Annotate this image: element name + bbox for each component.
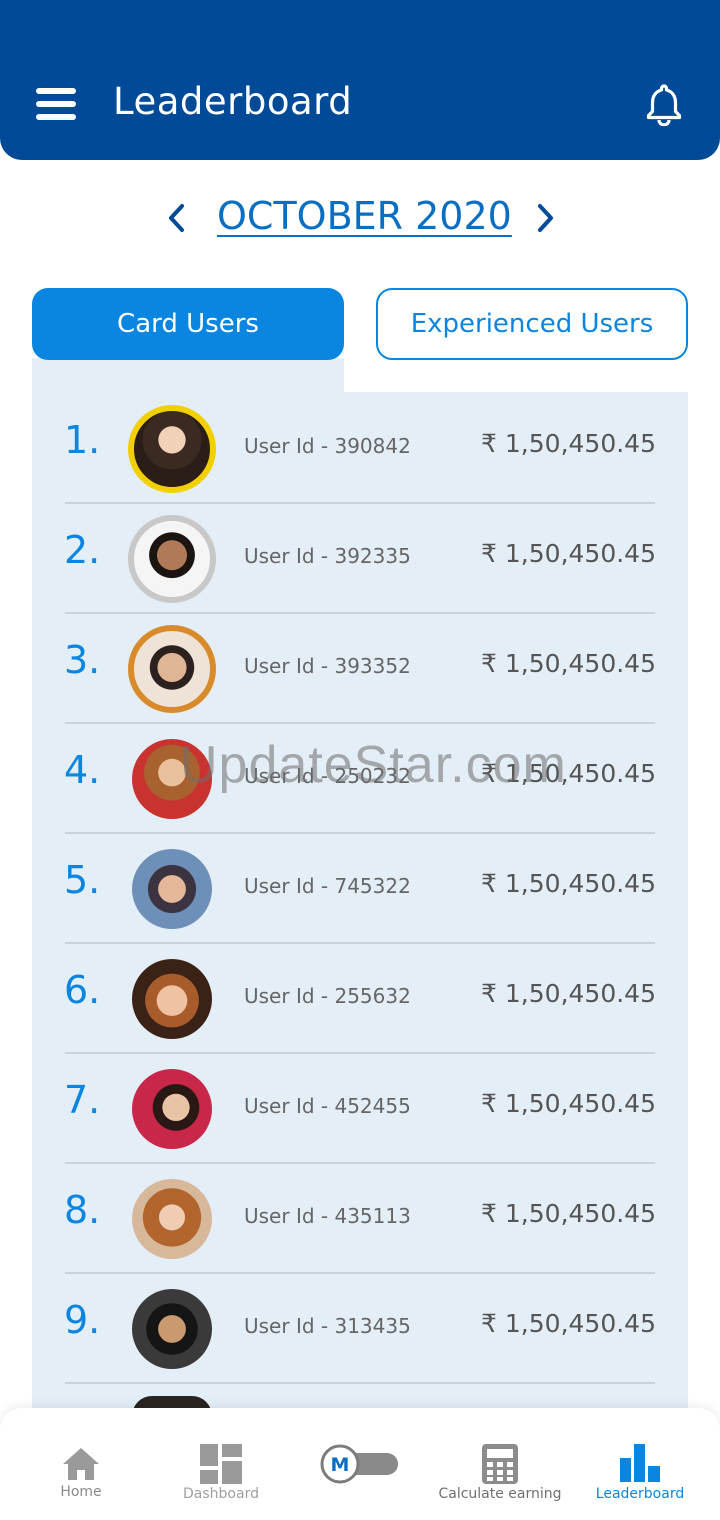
earning-amount: ₹ 1,50,450.45 [481,1199,656,1228]
nav-label: Home [60,1484,102,1500]
avatar [128,515,216,603]
bell-icon[interactable] [643,82,685,126]
page-title: Leaderboard [113,80,353,123]
rank: 2. [64,528,101,572]
avatar [132,1289,212,1369]
nav-label: Calculate earning [438,1486,562,1502]
user-id: User Id - 392335 [244,544,411,568]
chevron-left-icon[interactable] [164,202,190,234]
avatar [132,739,212,819]
earning-amount: ₹ 1,50,450.45 [481,979,656,1008]
earning-amount: ₹ 1,50,450.45 [481,539,656,568]
user-id: User Id - 452455 [244,1094,411,1118]
nav-dashboard[interactable]: Dashboard [149,1408,293,1520]
rank: 4. [64,748,101,792]
nav-leaderboard[interactable]: Leaderboard [568,1408,712,1520]
bottom-navigation: Home Dashboard M Calculate earning Leade… [0,1408,720,1520]
earning-amount: ₹ 1,50,450.45 [481,1309,656,1338]
earning-amount: ₹ 1,50,450.45 [481,649,656,678]
bar-chart-icon [620,1444,660,1482]
user-id: User Id - 255632 [244,984,411,1008]
earning-amount: ₹ 1,50,450.45 [481,429,656,458]
svg-text:M: M [331,1454,350,1476]
avatar [132,849,212,929]
nav-label: Leaderboard [595,1486,685,1502]
nav-mode-toggle[interactable]: M [288,1408,432,1520]
rank: 5. [64,858,101,902]
home-icon [63,1448,99,1480]
nav-label: Dashboard [183,1486,259,1502]
row-divider [65,1382,655,1384]
user-id: User Id - 313435 [244,1314,411,1338]
leaderboard-row[interactable]: 2. User Id - 392335 ₹ 1,50,450.45 [32,504,688,614]
avatar [128,625,216,713]
leaderboard-row[interactable]: 4. User Id - 250232 ₹ 1,50,450.45 [32,724,688,834]
calculator-icon [482,1444,518,1484]
dashboard-icon [200,1444,242,1484]
earning-amount: ₹ 1,50,450.45 [481,759,656,788]
app-header: Leaderboard [0,0,720,160]
avatar [128,405,216,493]
leaderboard-row[interactable]: 6. User Id - 255632 ₹ 1,50,450.45 [32,944,688,1054]
panel-notch [344,358,688,412]
leaderboard-row[interactable]: 5. User Id - 745322 ₹ 1,50,450.45 [32,834,688,944]
leaderboard-row[interactable]: 7. User Id - 452455 ₹ 1,50,450.45 [32,1054,688,1164]
rank: 1. [64,418,101,462]
rank: 3. [64,638,101,682]
leaderboard-row[interactable]: 3. User Id - 393352 ₹ 1,50,450.45 [32,614,688,724]
avatar [132,959,212,1039]
mode-toggle-icon: M [320,1444,398,1484]
tab-experienced-users[interactable]: Experienced Users [376,288,688,360]
hamburger-menu-icon[interactable] [36,88,76,120]
nav-calculate-earning[interactable]: Calculate earning [428,1408,572,1520]
user-id: User Id - 435113 [244,1204,411,1228]
leaderboard-row[interactable]: 9. User Id - 313435 ₹ 1,50,450.45 [32,1274,688,1384]
month-label[interactable]: OCTOBER 2020 [217,194,512,238]
leaderboard-row[interactable]: 1. User Id - 390842 ₹ 1,50,450.45 [32,394,688,504]
user-id: User Id - 745322 [244,874,411,898]
month-selector: OCTOBER 2020 [0,186,720,250]
leaderboard-row[interactable]: 8. User Id - 435113 ₹ 1,50,450.45 [32,1164,688,1274]
chevron-right-icon[interactable] [532,202,558,234]
rank: 8. [64,1188,101,1232]
user-id: User Id - 250232 [244,764,411,788]
rank: 7. [64,1078,101,1122]
avatar [132,1069,212,1149]
tab-card-users[interactable]: Card Users [32,288,344,360]
user-id: User Id - 390842 [244,434,411,458]
earning-amount: ₹ 1,50,450.45 [481,869,656,898]
user-id: User Id - 393352 [244,654,411,678]
earning-amount: ₹ 1,50,450.45 [481,1089,656,1118]
rank: 6. [64,968,101,1012]
nav-home[interactable]: Home [9,1408,153,1520]
avatar [132,1179,212,1259]
rank: 9. [64,1298,101,1342]
